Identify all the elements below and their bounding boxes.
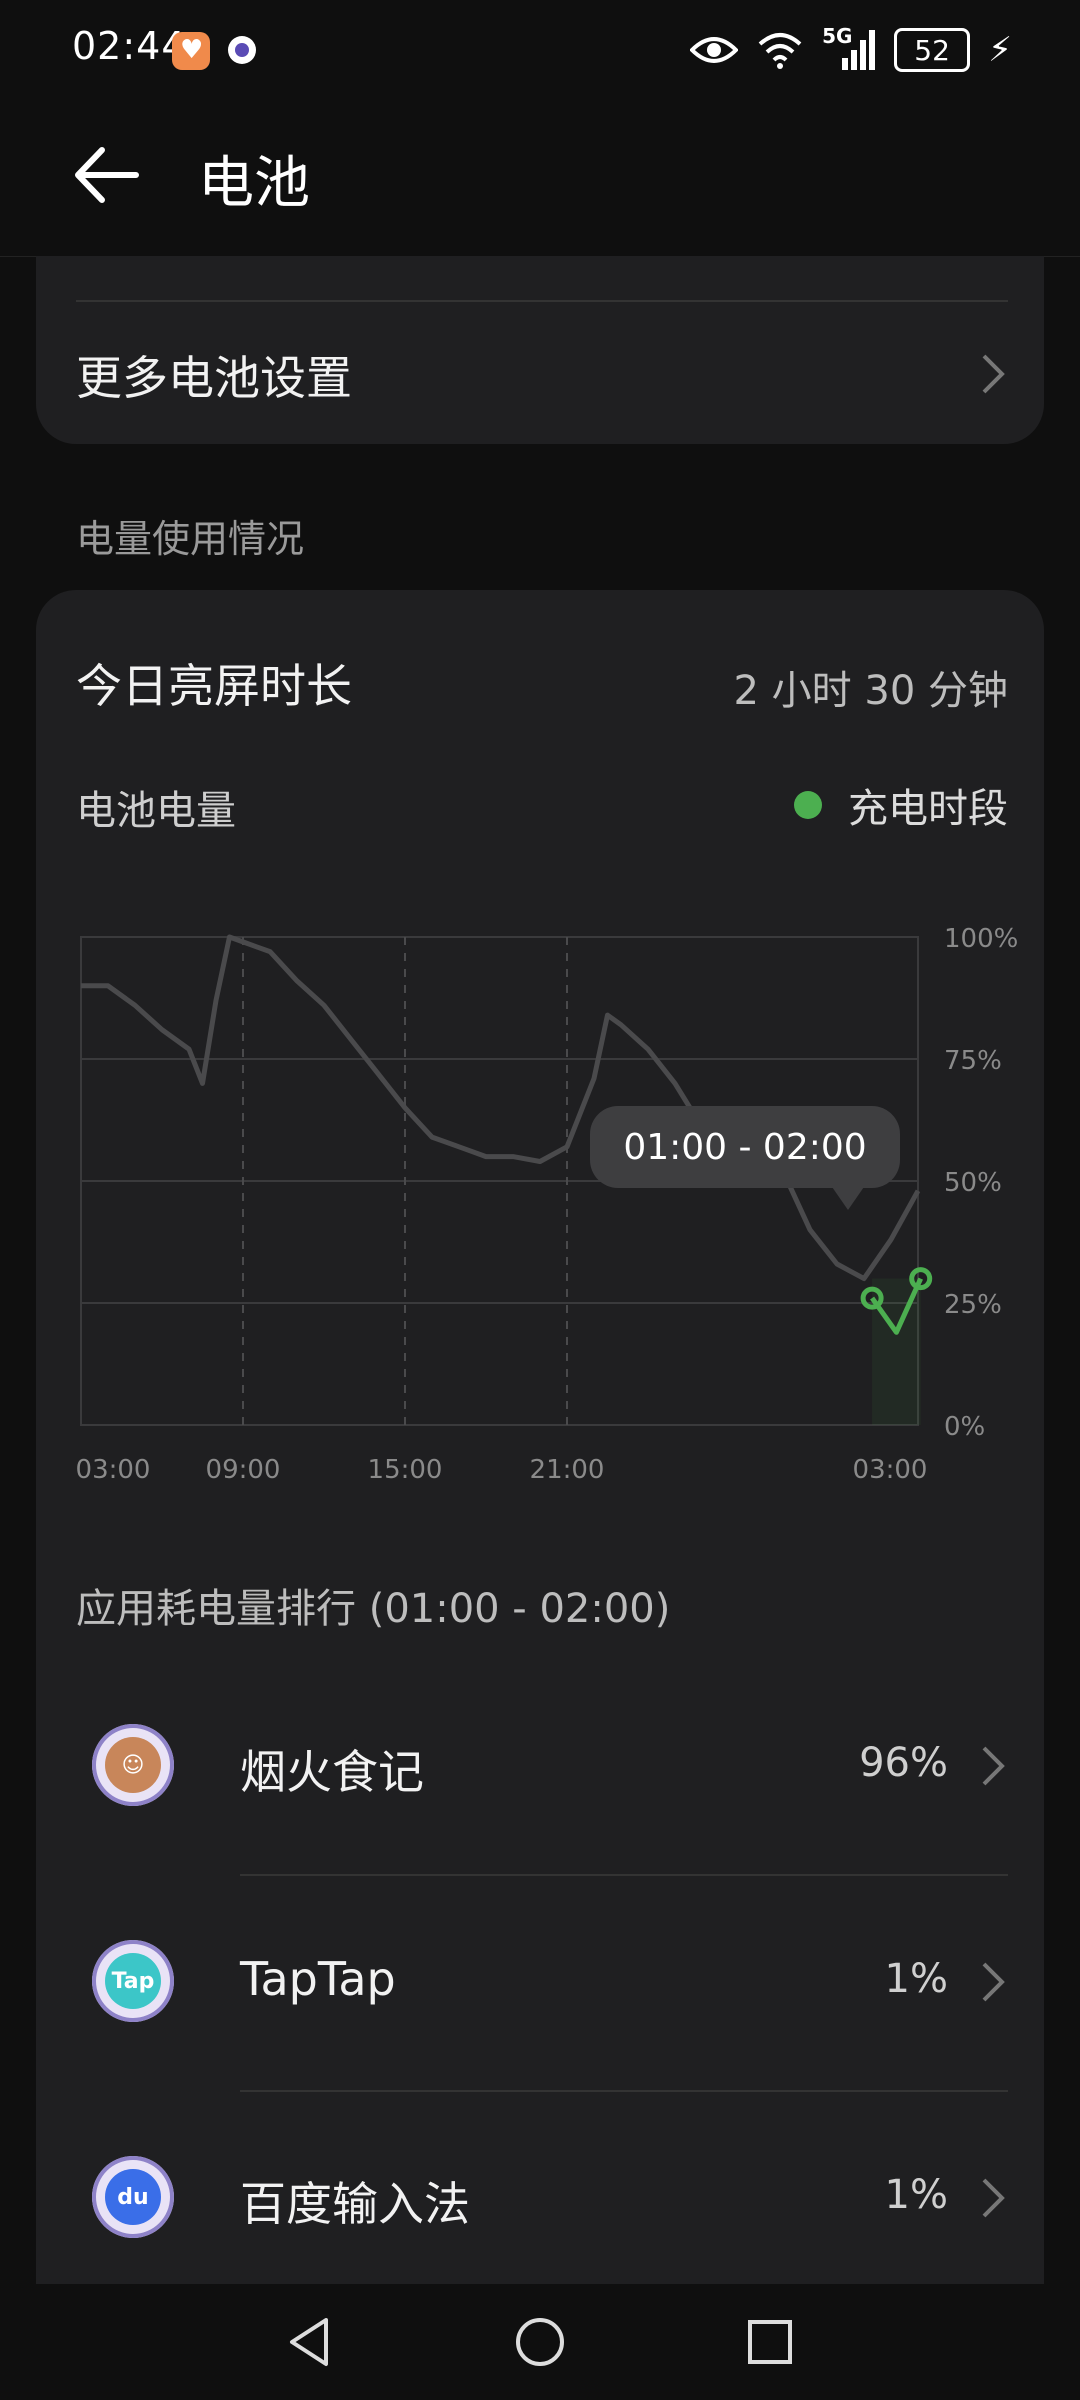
y-tick-label: 75% (944, 1046, 1002, 1076)
navigation-bar (0, 2284, 1080, 2400)
back-triangle-icon[interactable] (280, 2312, 340, 2372)
chevron-right-icon (982, 1746, 1005, 1786)
y-tick-label: 25% (944, 1290, 1002, 1320)
app-percent: 96% (859, 1740, 948, 1786)
x-tick-label: 09:00 (206, 1455, 281, 1485)
app-row-yanhuo[interactable]: ☺ 烟火食记 96% (36, 1660, 1044, 1876)
recents-square-icon[interactable] (740, 2312, 800, 2372)
ranking-title: 应用耗电量排行 (01:00 - 02:00) (76, 1586, 671, 1632)
x-tick-label: 15:00 (368, 1455, 443, 1485)
app-percent: 1% (884, 2172, 948, 2218)
app-name: TapTap (240, 1952, 396, 2006)
x-tick-label: 03:00 (76, 1455, 151, 1485)
battery-chart[interactable]: 100% 75% 50% 25% 0% 03:00 09:00 15:00 21:00 03:00 (0, 0, 1080, 1520)
app-name: 烟火食记 (240, 1745, 424, 1799)
app-percent: 1% (884, 1956, 948, 2002)
y-tick-label: 0% (944, 1412, 985, 1442)
app-row-taptap[interactable]: Tap TapTap 1% (36, 1876, 1044, 2092)
home-circle-icon[interactable] (510, 2312, 570, 2372)
selected-range-text: 01:00 - 02:00 (623, 1126, 867, 1168)
app-name: 百度输入法 (240, 2177, 470, 2231)
chevron-right-icon (982, 1962, 1005, 2002)
y-tick-label: 100% (944, 924, 1018, 954)
app-row-baidu-input[interactable]: du 百度输入法 1% (36, 2092, 1044, 2308)
baidu-input-app-icon: du (92, 2156, 174, 2238)
x-tick-label: 03:00 (853, 1455, 928, 1485)
chevron-right-icon (982, 2178, 1005, 2218)
y-tick-label: 50% (944, 1168, 1002, 1198)
selected-range-tooltip: 01:00 - 02:00 (590, 1106, 900, 1210)
x-tick-label: 21:00 (530, 1455, 605, 1485)
taptap-app-icon: Tap (92, 1940, 174, 2022)
yanhuo-app-icon: ☺ (92, 1724, 174, 1806)
